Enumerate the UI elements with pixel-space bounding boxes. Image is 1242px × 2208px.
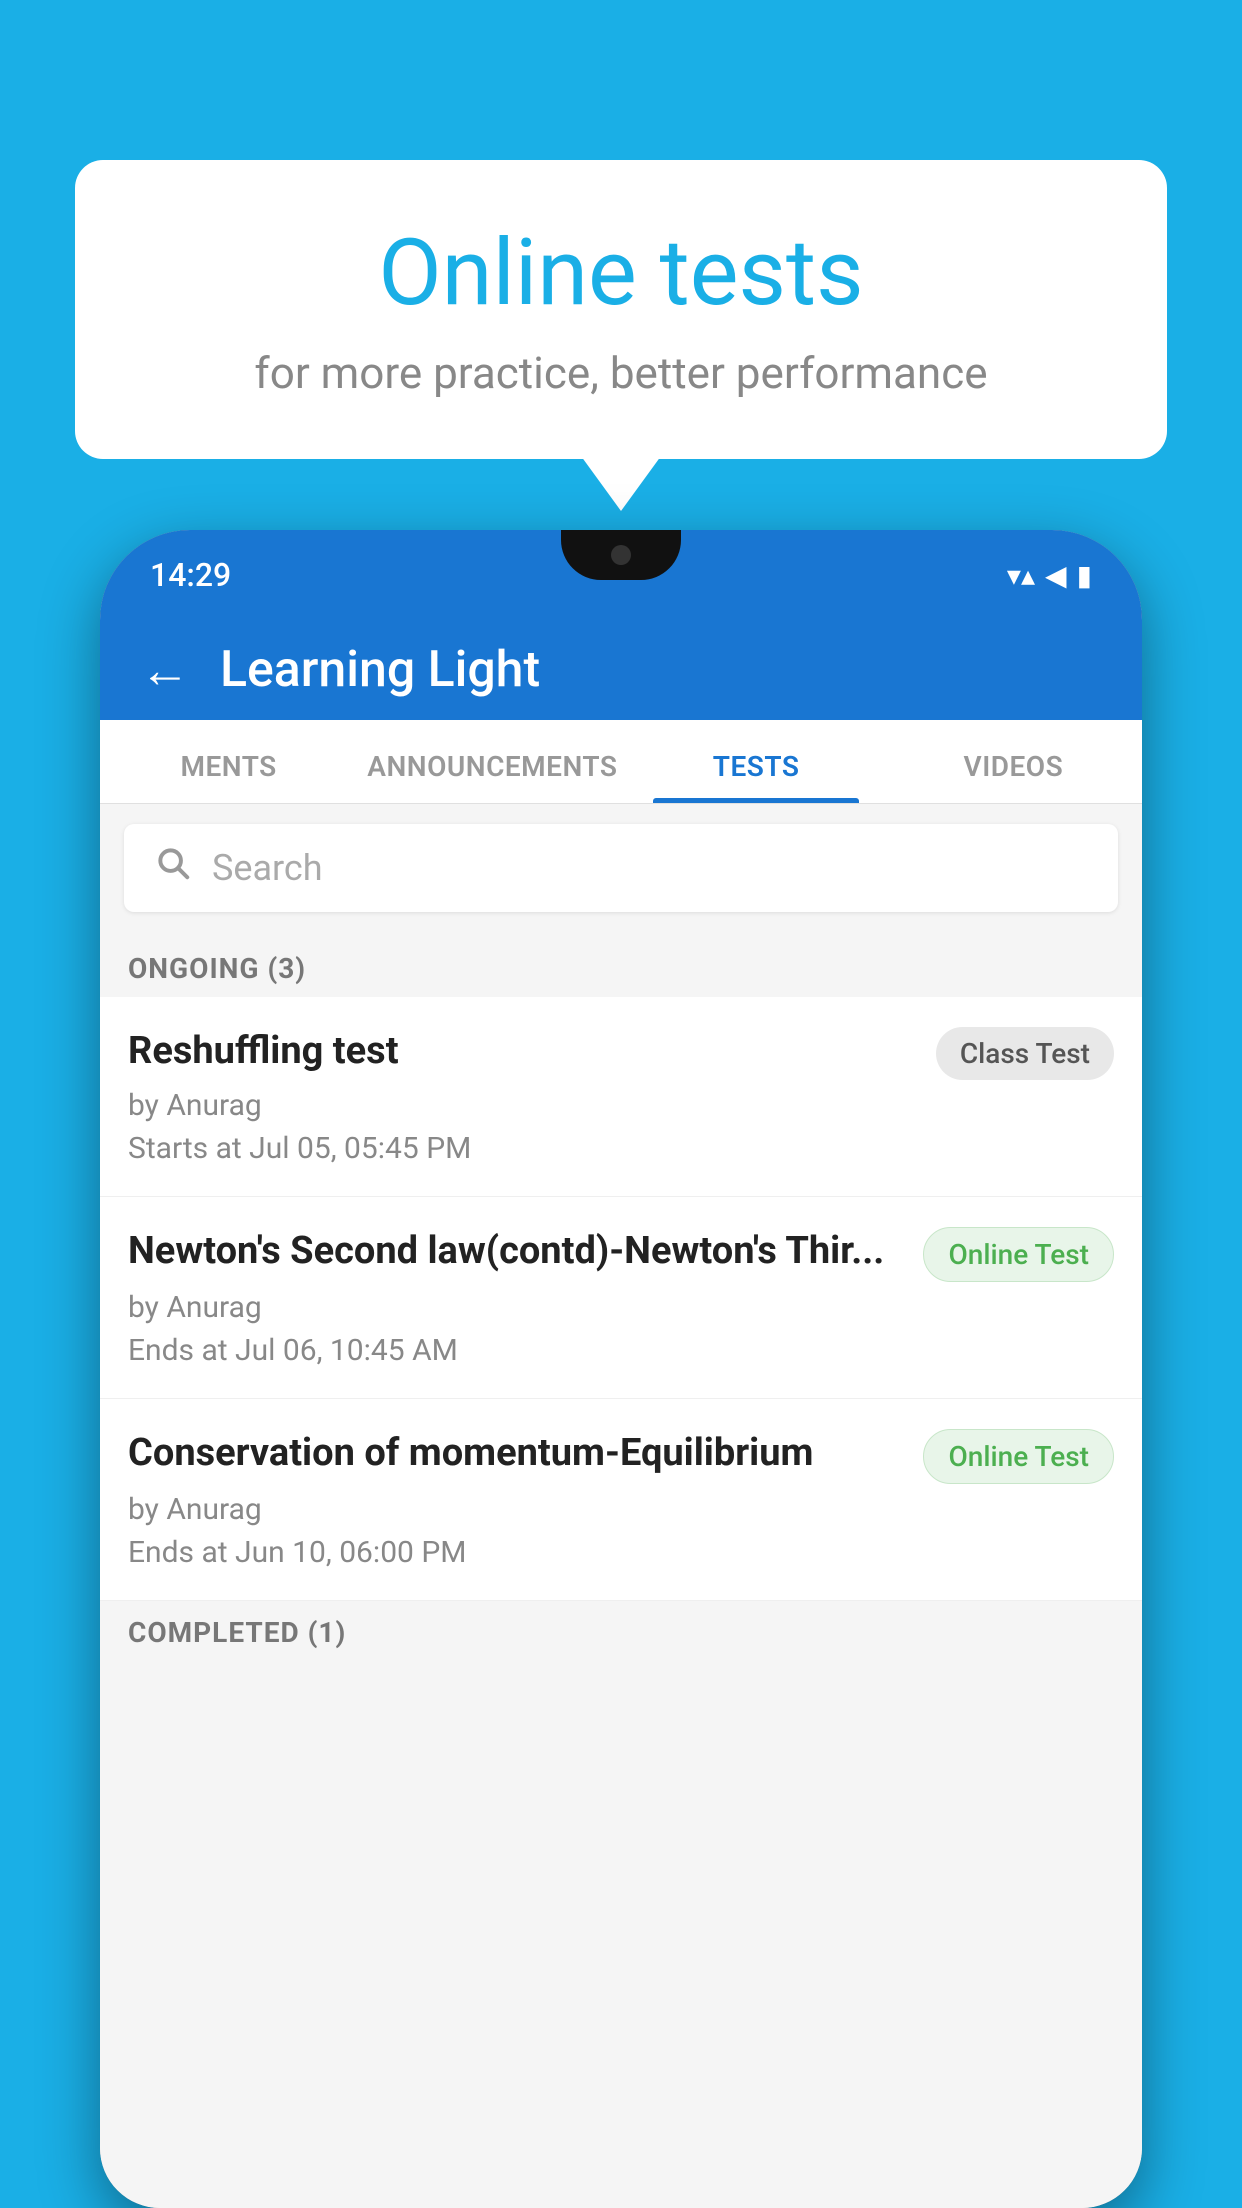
content-area: Search ONGOING (3) Reshuffling test Clas… (100, 804, 1142, 2208)
speech-bubble-subtitle: for more practice, better performance (145, 347, 1097, 399)
status-time: 14:29 (150, 556, 231, 594)
tab-videos[interactable]: VIDEOS (885, 720, 1142, 803)
battery-icon: ▮ (1077, 559, 1092, 592)
tab-tests[interactable]: TESTS (627, 720, 884, 803)
speech-bubble: Online tests for more practice, better p… (75, 160, 1167, 459)
search-placeholder: Search (212, 847, 323, 889)
test-item-header: Newton's Second law(contd)-Newton's Thir… (128, 1227, 1114, 1282)
tabs-bar: MENTS ANNOUNCEMENTS TESTS VIDEOS (100, 720, 1142, 804)
test-item-by: by Anurag (128, 1290, 1114, 1325)
test-item[interactable]: Reshuffling test Class Test by Anurag St… (100, 997, 1142, 1197)
tab-announcements[interactable]: ANNOUNCEMENTS (357, 720, 627, 803)
test-item-date: Starts at Jul 05, 05:45 PM (128, 1131, 1114, 1166)
test-item-by: by Anurag (128, 1088, 1114, 1123)
app-bar: ← Learning Light (100, 620, 1142, 720)
search-bar[interactable]: Search (124, 824, 1118, 912)
phone-notch (561, 530, 681, 580)
app-title: Learning Light (220, 641, 540, 699)
completed-section-header: COMPLETED (1) (100, 1601, 1142, 1659)
search-icon (154, 844, 192, 892)
ongoing-section-header: ONGOING (3) (100, 932, 1142, 997)
test-item-title: Conservation of momentum-Equilibrium (128, 1429, 923, 1478)
test-item-date: Ends at Jul 06, 10:45 AM (128, 1333, 1114, 1368)
wifi-icon: ▾▴ (1007, 559, 1035, 592)
test-item[interactable]: Conservation of momentum-Equilibrium Onl… (100, 1399, 1142, 1601)
test-item-title: Reshuffling test (128, 1027, 936, 1076)
test-badge-online-test-2: Online Test (923, 1429, 1114, 1484)
test-badge-online-test: Online Test (923, 1227, 1114, 1282)
phone-camera (611, 545, 631, 565)
tab-ments[interactable]: MENTS (100, 720, 357, 803)
test-badge-class-test: Class Test (936, 1027, 1114, 1080)
status-icons: ▾▴ ◀ ▮ (1007, 559, 1092, 592)
test-item-title: Newton's Second law(contd)-Newton's Thir… (128, 1227, 923, 1276)
signal-icon: ◀ (1045, 559, 1067, 592)
test-item[interactable]: Newton's Second law(contd)-Newton's Thir… (100, 1197, 1142, 1399)
test-item-by: by Anurag (128, 1492, 1114, 1527)
speech-bubble-title: Online tests (145, 220, 1097, 327)
test-item-header: Conservation of momentum-Equilibrium Onl… (128, 1429, 1114, 1484)
status-bar: 14:29 ▾▴ ◀ ▮ (100, 530, 1142, 620)
back-button[interactable]: ← (140, 641, 190, 700)
test-item-header: Reshuffling test Class Test (128, 1027, 1114, 1080)
phone-frame: 14:29 ▾▴ ◀ ▮ ← Learning Light MENTS ANNO… (100, 530, 1142, 2208)
test-item-date: Ends at Jun 10, 06:00 PM (128, 1535, 1114, 1570)
